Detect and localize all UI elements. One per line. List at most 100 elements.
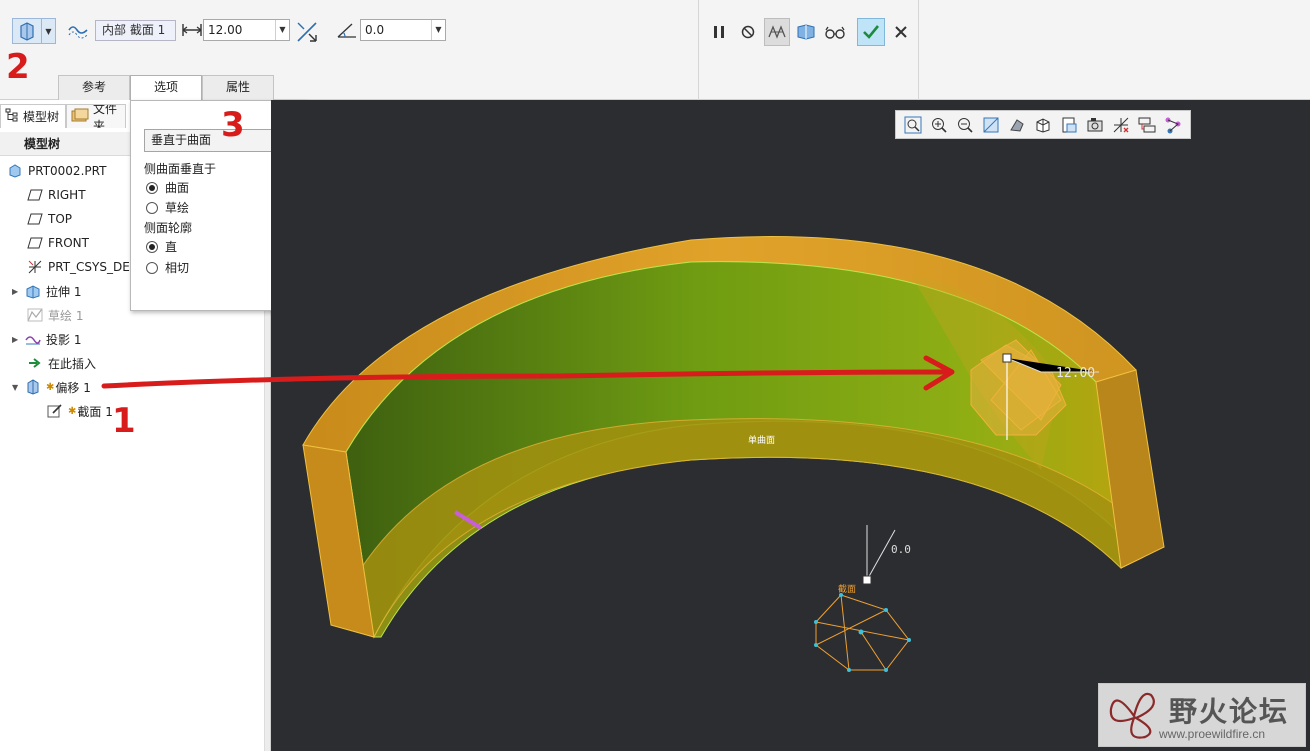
view-manager-icon[interactable] xyxy=(1056,113,1082,137)
refit-icon[interactable] xyxy=(978,113,1004,137)
tree-item-csys[interactable]: PRT_CSYS_DEF xyxy=(26,256,137,278)
feature-preview-icon[interactable] xyxy=(793,18,819,46)
forum-watermark: 野火论坛 www.proewildfire.cn xyxy=(1098,683,1306,747)
radio-dot[interactable] xyxy=(146,181,158,194)
radio-label: 直 xyxy=(165,240,178,254)
ok-check-button[interactable] xyxy=(857,18,885,46)
divider xyxy=(698,0,699,100)
angle-icon xyxy=(336,21,358,42)
tree-item-label: 截面 1 xyxy=(77,404,113,419)
section-icon xyxy=(46,402,64,420)
offset-type-button[interactable]: ▼ xyxy=(12,18,56,44)
tree-item-offset[interactable]: ▼ ✱ 偏移 1 xyxy=(12,376,91,398)
expand-arrow-icon[interactable]: ▶ xyxy=(12,287,24,296)
flip-direction-icon[interactable] xyxy=(295,20,319,47)
dashboard-controls xyxy=(706,18,917,46)
divider xyxy=(918,0,919,100)
tree-item-insert-here[interactable]: 在此插入 xyxy=(26,352,96,374)
annotation-step-3: 3 xyxy=(221,105,245,145)
tab-label: 文件夹 xyxy=(93,104,118,128)
watermark-title: 野火论坛 xyxy=(1169,695,1290,728)
cancel-icon[interactable] xyxy=(888,18,914,46)
model-geometry: 12.00 单曲面 0.0 截面 xyxy=(302,236,1165,672)
zoom-out-icon[interactable] xyxy=(952,113,978,137)
feature-dashboard: ▼ 内部 截面 1 12.00 ▼ 0.0 ▼ 参考 选项 属性 xyxy=(0,0,1310,101)
tree-item-projection[interactable]: ▶ 投影 1 xyxy=(12,328,81,350)
csys-icon xyxy=(26,258,44,276)
graphics-viewport[interactable]: 12.00 单曲面 0.0 截面 野火论坛 www.proewildfire.c… xyxy=(271,100,1310,751)
radio-dot[interactable] xyxy=(146,201,158,214)
butterfly-logo-icon xyxy=(1109,692,1155,739)
tree-item-label: RIGHT xyxy=(48,188,86,202)
distance-icon xyxy=(182,23,202,40)
annotation-step-2: 2 xyxy=(6,47,30,87)
tree-item-sketch[interactable]: 草绘 1 xyxy=(26,304,83,326)
offset-icon xyxy=(24,378,42,396)
datum-display-icon[interactable] xyxy=(1108,113,1134,137)
tree-item-label: 草绘 1 xyxy=(48,308,84,323)
zoom-in-icon[interactable] xyxy=(926,113,952,137)
radio-surface[interactable]: 曲面 xyxy=(146,179,189,196)
angle-input[interactable]: 0.0 ▼ xyxy=(360,19,446,41)
radio-label: 草绘 xyxy=(165,201,190,215)
no-preview-icon[interactable] xyxy=(735,18,761,46)
radio-tangent[interactable]: 相切 xyxy=(146,259,189,276)
offset-curve-icon xyxy=(68,21,90,42)
surface-label: 单曲面 xyxy=(748,434,775,446)
chevron-down-icon[interactable]: ▼ xyxy=(41,19,55,43)
radio-straight[interactable]: 直 xyxy=(146,238,177,255)
datum-plane-icon xyxy=(26,186,44,204)
perspective-icon[interactable] xyxy=(1082,113,1108,137)
expand-arrow-icon[interactable]: ▶ xyxy=(12,335,24,344)
tree-item-right[interactable]: RIGHT xyxy=(26,184,86,206)
chevron-down-icon[interactable]: ▼ xyxy=(431,20,445,40)
tree-item-top[interactable]: TOP xyxy=(26,208,72,230)
distance-input[interactable]: 12.00 ▼ xyxy=(203,19,290,41)
tree-item-label: 拉伸 1 xyxy=(46,284,82,299)
tab-folder-browser[interactable]: 文件夹 xyxy=(66,104,127,128)
tab-options[interactable]: 选项 xyxy=(130,75,202,101)
radio-dot[interactable] xyxy=(146,240,158,253)
tab-references[interactable]: 参考 xyxy=(58,75,130,100)
section-collector[interactable]: 内部 截面 1 xyxy=(95,20,176,41)
projection-icon xyxy=(24,330,42,348)
radio-label: 曲面 xyxy=(165,181,190,195)
tab-model-tree[interactable]: 模型树 xyxy=(0,104,67,128)
display-style-icon[interactable] xyxy=(1004,113,1030,137)
spin-center-icon[interactable] xyxy=(1160,113,1186,137)
tab-label: 模型树 xyxy=(23,110,60,124)
distance-value: 12.00 xyxy=(208,23,243,37)
annotation-step-1: 1 xyxy=(112,401,136,441)
tree-item-label: TOP xyxy=(48,212,73,226)
tree-item-section[interactable]: ✱ 截面 1 xyxy=(46,400,113,422)
offset-type-icon xyxy=(13,19,41,43)
tree-item-label: FRONT xyxy=(48,236,89,250)
datum-plane-icon xyxy=(26,234,44,252)
tree-item-label: 在此插入 xyxy=(48,356,97,371)
tab-properties[interactable]: 属性 xyxy=(202,75,274,100)
offset-method-value: 垂直于曲面 xyxy=(151,133,212,147)
radio-sketch[interactable]: 草绘 xyxy=(146,199,189,216)
zoom-fit-icon[interactable] xyxy=(900,113,926,137)
sketch-icon xyxy=(26,306,44,324)
glasses-icon[interactable] xyxy=(822,18,848,46)
tree-item-label: PRT_CSYS_DEF xyxy=(48,260,137,274)
new-feature-star-icon: ✱ xyxy=(46,381,55,393)
radio-dot[interactable] xyxy=(146,261,158,274)
tree-item-extrude[interactable]: ▶ 拉伸 1 xyxy=(12,280,81,302)
pause-icon[interactable] xyxy=(706,18,732,46)
tree-item-front[interactable]: FRONT xyxy=(26,232,89,254)
chevron-down-icon[interactable]: ▼ xyxy=(275,20,289,40)
tree-item-label: PRT0002.PRT xyxy=(28,164,107,178)
tree-item-part[interactable]: PRT0002.PRT xyxy=(6,160,106,182)
saved-orientations-icon[interactable] xyxy=(1030,113,1056,137)
angle-dimension: 0.0 xyxy=(891,543,911,556)
insert-arrow-icon xyxy=(26,354,44,372)
annotation-display-icon[interactable] xyxy=(1134,113,1160,137)
collapse-arrow-icon[interactable]: ▼ xyxy=(12,383,24,392)
folder-icon xyxy=(71,107,89,126)
radio-label: 相切 xyxy=(165,261,190,275)
side-surface-label: 侧曲面垂直于 xyxy=(144,162,217,176)
navigator-tabs: 模型树 文件夹 xyxy=(0,104,127,128)
geometry-preview-icon[interactable] xyxy=(764,18,790,46)
